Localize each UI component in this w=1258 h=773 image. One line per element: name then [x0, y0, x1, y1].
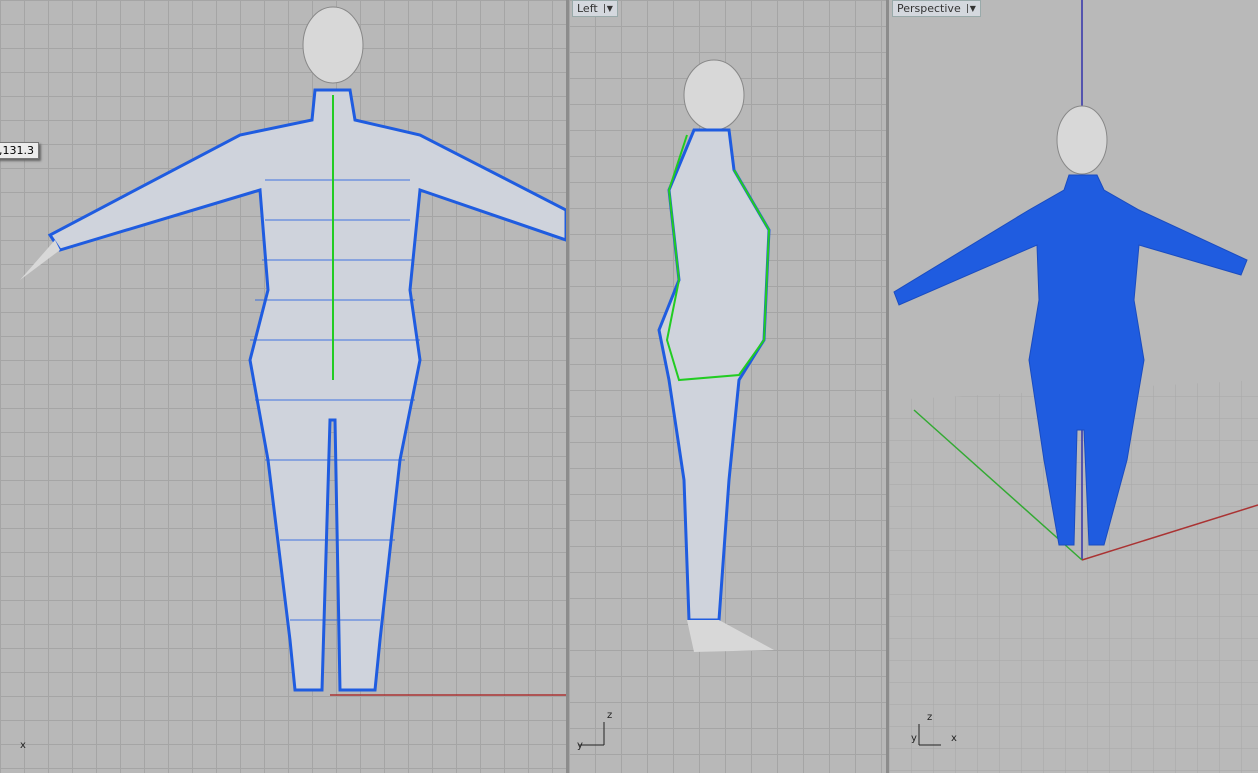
viewport-menu-perspective[interactable]: Perspective ▼	[892, 0, 981, 17]
z-axis-label: z	[927, 712, 933, 723]
x-axis-label: x	[951, 733, 957, 744]
z-axis-label: z	[607, 710, 613, 721]
y-axis-label: y	[577, 740, 583, 751]
viewport-title: Perspective	[897, 2, 961, 15]
perspective-viewport[interactable]: Perspective ▼ z y x	[889, 0, 1258, 773]
coordinate-tooltip: ,131.3	[0, 142, 39, 159]
chevron-down-icon: ▼	[966, 4, 976, 13]
left-model-wireframe	[579, 59, 774, 746]
left-viewport[interactable]: Left ▼ z y	[569, 0, 886, 773]
y-axis-label: y	[911, 733, 917, 744]
perspective-scene	[889, 0, 1258, 773]
front-model-wireframe	[20, 6, 566, 696]
x-axis-label: x	[20, 740, 26, 751]
front-viewport[interactable]: ,131.3 x	[0, 0, 566, 773]
